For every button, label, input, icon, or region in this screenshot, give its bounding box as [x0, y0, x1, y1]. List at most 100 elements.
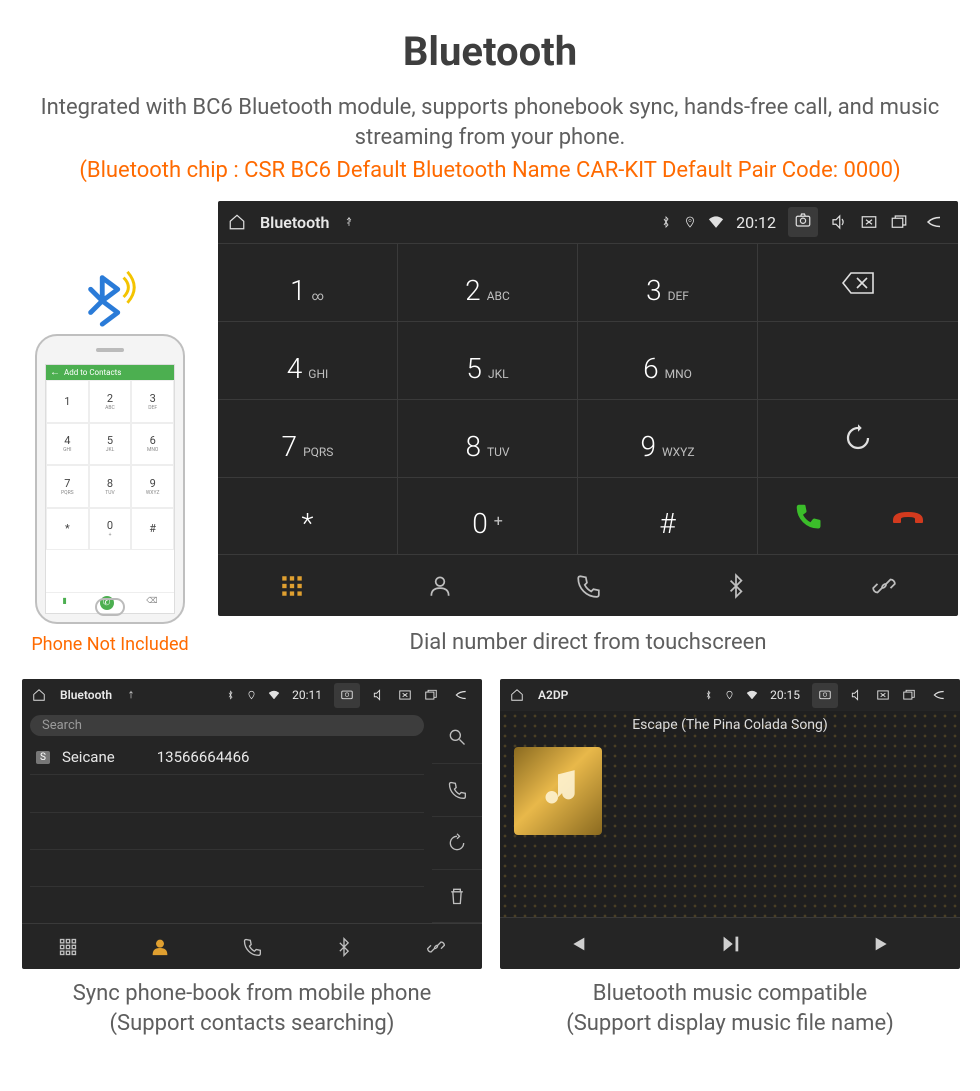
- usb-icon: [343, 213, 355, 231]
- nav-call-log[interactable]: [514, 555, 662, 616]
- app-title: Bluetooth: [60, 688, 112, 702]
- nav-pair[interactable]: [810, 555, 958, 616]
- dial-key-7[interactable]: 7PQRS: [218, 399, 398, 477]
- dial-key-3[interactable]: 3DEF: [578, 243, 758, 321]
- dialer-column: Bluetooth 20:12: [218, 201, 958, 655]
- dialer-caption: Dial number direct from touchscreen: [410, 630, 767, 655]
- row-dialer: ← Add to Contacts 12ABC3DEF4GHI5JKL6MNO7…: [0, 201, 980, 655]
- back-icon[interactable]: [450, 688, 472, 702]
- search-button[interactable]: [432, 711, 482, 764]
- bottom-nav: [218, 554, 958, 616]
- wifi-icon: [708, 213, 724, 231]
- music-column: A2DP 20:15 E: [500, 679, 960, 1038]
- contact-initial-badge: S: [36, 751, 50, 764]
- recent-apps-icon[interactable]: [902, 688, 916, 702]
- home-icon[interactable]: [510, 688, 524, 702]
- search-input[interactable]: Search: [30, 715, 424, 736]
- music-controls: [500, 917, 960, 969]
- phone-key: 2ABC: [89, 380, 132, 422]
- phone-header-label: Add to Contacts: [64, 368, 121, 377]
- nav-contacts[interactable]: [366, 555, 514, 616]
- phone-key: 5JKL: [89, 423, 132, 465]
- dial-key-6[interactable]: 6MNO: [578, 321, 758, 399]
- phone-key: 0+: [89, 508, 132, 550]
- close-app-icon[interactable]: [860, 213, 878, 231]
- next-track-button[interactable]: [807, 918, 960, 969]
- phone-key: 6MNO: [131, 423, 174, 465]
- album-art: [514, 747, 602, 835]
- dialer-right-column: [758, 243, 958, 554]
- back-icon[interactable]: [920, 213, 948, 231]
- page-description: Integrated with BC6 Bluetooth module, su…: [40, 93, 940, 152]
- app-title: Bluetooth: [260, 213, 329, 232]
- call-button[interactable]: [758, 501, 858, 531]
- phone-key: 3DEF: [131, 380, 174, 422]
- dial-key-9[interactable]: 9WXYZ: [578, 399, 758, 477]
- phone-key: 1: [46, 380, 89, 422]
- prev-track-button[interactable]: [500, 918, 653, 969]
- phone-home-button: [95, 598, 125, 616]
- call-contact-button[interactable]: [432, 764, 482, 817]
- close-app-icon[interactable]: [398, 688, 412, 702]
- home-icon[interactable]: [228, 213, 246, 231]
- dial-key-4[interactable]: 4GHI: [218, 321, 398, 399]
- contact-number: 13566664466: [157, 748, 250, 766]
- song-title: Escape (The Pina Colada Song): [500, 717, 960, 733]
- volume-icon[interactable]: [372, 688, 386, 702]
- location-icon: [684, 213, 696, 231]
- contacts-bottom-nav: [22, 923, 482, 969]
- contacts-panel: Bluetooth 20:11: [22, 679, 482, 969]
- dial-key-#[interactable]: #: [578, 477, 758, 555]
- volume-icon[interactable]: [850, 688, 864, 702]
- phone-key: *: [46, 508, 89, 550]
- home-icon[interactable]: [32, 688, 46, 702]
- keypad: 1∞2ABC3DEF 4GHI5JKL6MNO 7PQRS8TUV9WXYZ *0+#: [218, 243, 758, 554]
- volume-icon[interactable]: [830, 213, 848, 231]
- sync-button[interactable]: [432, 817, 482, 870]
- back-icon[interactable]: [928, 688, 950, 702]
- music-body: Escape (The Pina Colada Song): [500, 711, 960, 917]
- dial-key-2[interactable]: 2ABC: [398, 243, 578, 321]
- screenshot-button[interactable]: [812, 683, 838, 708]
- page-title: Bluetooth: [403, 28, 577, 75]
- play-pause-button[interactable]: [653, 918, 806, 969]
- row-bottom: Bluetooth 20:11: [0, 679, 980, 1038]
- nav-contacts[interactable]: [114, 924, 206, 969]
- music-caption: Bluetooth music compatible(Support displ…: [566, 979, 894, 1038]
- nav-keypad[interactable]: [22, 924, 114, 969]
- bluetooth-status-icon: [704, 688, 713, 702]
- nav-bluetooth[interactable]: [298, 924, 390, 969]
- contact-row[interactable]: S Seicane 13566664466: [30, 740, 424, 775]
- bluetooth-icon: [79, 266, 141, 328]
- nav-call-log[interactable]: [206, 924, 298, 969]
- bluetooth-status-icon: [660, 213, 672, 231]
- contacts-status-bar: Bluetooth 20:11: [22, 679, 482, 711]
- nav-keypad[interactable]: [218, 555, 366, 616]
- dial-key-8[interactable]: 8TUV: [398, 399, 578, 477]
- wifi-icon: [268, 688, 280, 702]
- dial-key-1[interactable]: 1∞: [218, 243, 398, 321]
- phone-column: ← Add to Contacts 12ABC3DEF4GHI5JKL6MNO7…: [22, 266, 198, 655]
- dial-key-5[interactable]: 5JKL: [398, 321, 578, 399]
- spec-line: (Bluetooth chip : CSR BC6 Default Blueto…: [79, 158, 900, 183]
- music-panel: A2DP 20:15 E: [500, 679, 960, 969]
- hangup-button[interactable]: [858, 504, 958, 528]
- recent-apps-icon[interactable]: [890, 213, 908, 231]
- clock-label: 20:11: [292, 688, 322, 702]
- music-note-icon: [533, 766, 583, 816]
- close-app-icon[interactable]: [876, 688, 890, 702]
- delete-button[interactable]: [432, 870, 482, 923]
- screenshot-button[interactable]: [788, 207, 818, 237]
- recent-apps-icon[interactable]: [424, 688, 438, 702]
- dialer-panel: Bluetooth 20:12: [218, 201, 958, 616]
- backspace-button[interactable]: [758, 243, 958, 321]
- redial-button[interactable]: [758, 399, 958, 477]
- nav-pair[interactable]: [390, 924, 482, 969]
- app-title: A2DP: [538, 688, 568, 702]
- dial-key-*[interactable]: *: [218, 477, 398, 555]
- contacts-column: Bluetooth 20:11: [22, 679, 482, 1038]
- dial-key-0[interactable]: 0+: [398, 477, 578, 555]
- screenshot-button[interactable]: [334, 683, 360, 708]
- wifi-icon: [746, 688, 758, 702]
- nav-bluetooth[interactable]: [662, 555, 810, 616]
